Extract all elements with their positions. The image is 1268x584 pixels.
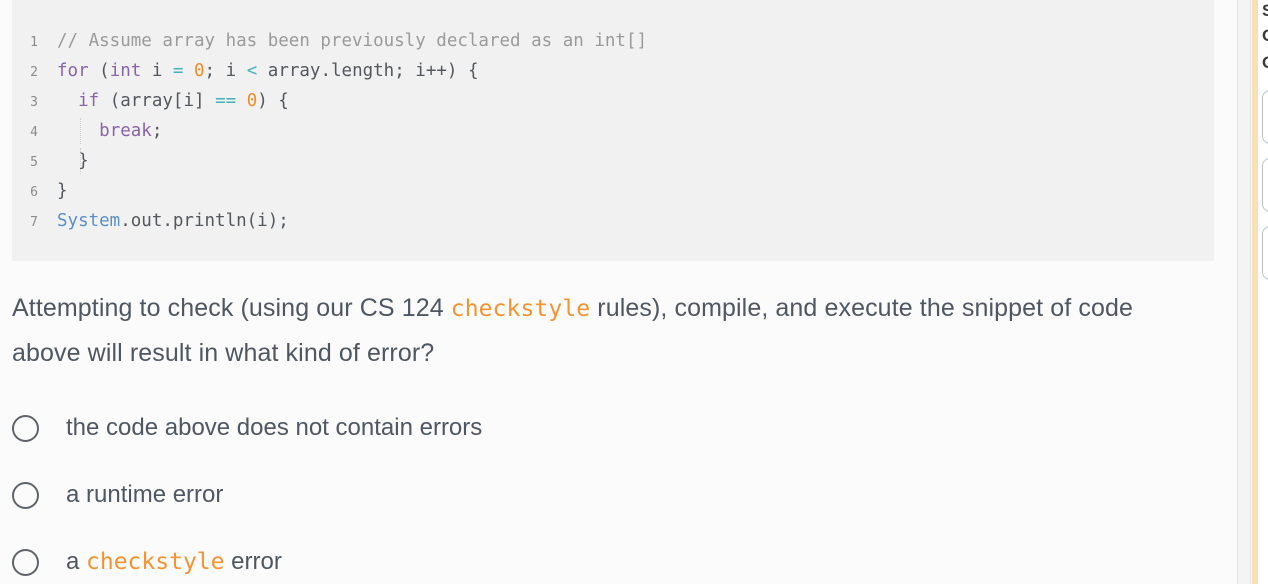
code-token-keyword: for (57, 61, 89, 81)
answer-option-label: a runtime error (66, 480, 223, 510)
code-line: 4 break; (12, 116, 1214, 146)
code-line-number: 5 (30, 155, 38, 170)
side-panel-item[interactable]: O (1262, 22, 1268, 49)
code-line-content: // Assume array has been previously decl… (57, 26, 647, 56)
code-token-plain: ; (151, 121, 163, 141)
code-line-content: System.out.println(i); (57, 206, 289, 236)
answer-option-label: a checkstyle error (66, 547, 282, 577)
code-line: 1 // Assume array has been previously dec… (12, 26, 1214, 56)
code-token-keyword: int (109, 61, 142, 81)
radio-button-option-c[interactable] (12, 548, 39, 576)
answer-options: the code above does not contain errors a … (12, 404, 1192, 584)
code-line-number: 2 (30, 65, 38, 80)
code-token-plain: ; i (204, 61, 247, 81)
code-token-op: = (172, 61, 184, 81)
code-line-content: break; (57, 116, 162, 146)
code-line-content: for (int i = 0; i < array.length; i++) { (57, 56, 479, 86)
answer-option[interactable]: the code above does not contain errors (12, 404, 1192, 452)
option-text-before: a runtime error (66, 481, 224, 508)
answer-option[interactable]: a checkstyle error (12, 538, 1192, 584)
code-token-num: 0 (246, 91, 258, 111)
code-token-plain: } (57, 181, 68, 201)
code-token-cls: System (57, 211, 121, 231)
side-panel-content: S O O (1258, 0, 1268, 584)
side-panel-box[interactable] (1262, 226, 1268, 280)
code-token-op: < (246, 61, 258, 81)
code-token-op: == (215, 91, 237, 111)
code-line-content: if (array[i] == 0) { (57, 86, 289, 116)
code-line: 3 if (array[i] == 0) { (12, 86, 1214, 116)
code-token-num: 0 (194, 61, 205, 81)
radio-button-option-a[interactable] (12, 414, 39, 442)
pane-scrollbar-gutter[interactable] (1237, 0, 1251, 584)
code-block: 1 // Assume array has been previously dec… (12, 0, 1214, 261)
option-text-before: the code above does not contain errors (66, 414, 483, 441)
code-token-comment: // Assume array has been previously decl… (57, 31, 648, 51)
code-token-plain: } (57, 151, 89, 171)
side-panel: S O O (1252, 0, 1268, 584)
option-text-after: error (224, 548, 282, 575)
answer-option-label: the code above does not contain errors (66, 413, 482, 443)
option-text-before: a (66, 548, 87, 575)
code-token-plain: ( (88, 61, 110, 81)
code-line-number: 1 (30, 35, 38, 50)
code-line-number: 7 (30, 215, 38, 230)
code-token-plain: i (141, 61, 173, 81)
code-token-plain: ) { (257, 91, 289, 111)
code-token-plain: (array[i] (99, 91, 216, 111)
code-token-keyword: break (99, 121, 152, 141)
prompt-text-part1: Attempting to check (using our CS 124 (12, 294, 451, 322)
code-line: 6} (12, 176, 1214, 206)
option-code-term: checkstyle (86, 549, 225, 575)
code-token-keyword: if (78, 91, 100, 111)
code-line: 5 } (12, 146, 1214, 176)
question-pane: 1 // Assume array has been previously dec… (0, 0, 1237, 584)
side-panel-box[interactable] (1262, 90, 1268, 144)
code-line-content: } (57, 176, 68, 206)
code-line-content: } (57, 146, 89, 176)
code-token-plain: .out.println(i); (120, 211, 289, 231)
answer-option[interactable]: a runtime error (12, 471, 1192, 519)
prompt-code-term: checkstyle (450, 296, 591, 322)
code-line-number: 3 (30, 95, 38, 110)
side-panel-heading: S (1262, 0, 1268, 22)
question-prompt: Attempting to check (using our CS 124 ch… (12, 286, 1162, 375)
quiz-page: 1 // Assume array has been previously dec… (0, 0, 1268, 584)
side-panel-box[interactable] (1262, 158, 1268, 212)
code-line-number: 4 (30, 125, 38, 140)
code-token-plain: array.length; i++) { (257, 61, 479, 81)
code-line: 7 System.out.println(i); (12, 206, 1214, 236)
code-line: 2 for (int i = 0; i < array.length; i++) … (12, 56, 1214, 86)
side-panel-item[interactable]: O (1262, 49, 1268, 76)
code-line-number: 6 (30, 185, 38, 200)
radio-button-option-b[interactable] (12, 481, 39, 509)
